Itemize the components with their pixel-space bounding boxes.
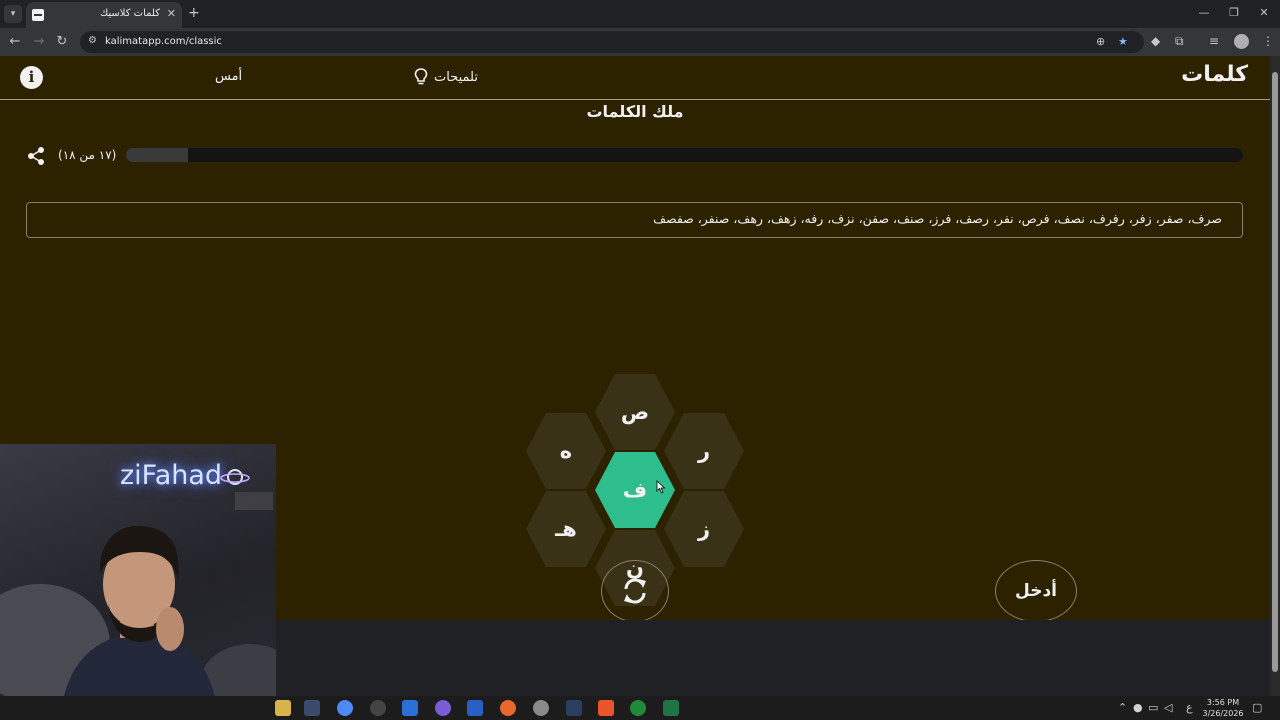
tab-title: كلمات كلاسيك	[99, 8, 160, 19]
active-tab[interactable]: كلمات كلاسيك ✕	[26, 2, 182, 28]
scroll-thumb[interactable]	[1272, 72, 1278, 672]
progress-bar	[126, 148, 1243, 162]
mouse-cursor-icon	[656, 480, 666, 494]
browser-toolbar: ← → ↻ ⚙ kalimatapp.com/classic ⊕ ★ ◆ ⧉ ≡…	[0, 28, 1280, 56]
brave-icon[interactable]	[598, 700, 614, 716]
tab-search-button[interactable]: ▾	[4, 5, 22, 23]
page-scrollbar[interactable]	[1270, 56, 1280, 696]
forward-icon[interactable]: →	[30, 34, 48, 49]
neon-sign: ziFahad	[120, 460, 223, 491]
os-taskbar: ⌃ ● ▭ ◁ ع 3:56 PM 3/26/2026 ▢	[0, 696, 1280, 720]
restore-button[interactable]: ❐	[1224, 6, 1244, 19]
share-icon[interactable]	[26, 146, 46, 166]
extensions-puzzle-icon[interactable]: ⧉	[1175, 34, 1184, 49]
network-icon[interactable]: ▭	[1148, 701, 1158, 714]
address-bar[interactable]: ⚙ kalimatapp.com/classic ⊕ ★	[80, 31, 1144, 53]
language-indicator[interactable]: ع	[1186, 701, 1193, 714]
chrome-icon[interactable]	[337, 700, 353, 716]
tray-overflow-icon[interactable]: ⌃	[1118, 701, 1127, 714]
lightbulb-icon	[414, 68, 428, 85]
site-info-icon[interactable]: ⚙	[88, 35, 97, 46]
header-divider	[0, 99, 1270, 100]
store-icon[interactable]	[402, 700, 418, 716]
browser-menu-icon[interactable]: ⋮	[1262, 34, 1274, 48]
planet-neon-icon	[220, 469, 250, 485]
yesterday-link[interactable]: أمس	[215, 69, 242, 84]
extension-icon[interactable]: ◆	[1151, 34, 1160, 48]
profile-avatar[interactable]	[1234, 34, 1249, 49]
letter-hex-bottom-left[interactable]: هـ	[526, 491, 606, 567]
clock-date: 3/26/2026	[1202, 709, 1244, 718]
webcam-overlay: ziFahad	[0, 444, 276, 720]
reload-icon[interactable]: ↻	[53, 34, 71, 49]
discord-icon[interactable]	[435, 700, 451, 716]
letter-hex-top-right[interactable]: ر	[664, 413, 744, 489]
app-icon-2[interactable]	[533, 700, 549, 716]
hints-button[interactable]: تلميحات	[414, 68, 478, 86]
notifications-icon[interactable]: ▢	[1252, 701, 1262, 714]
letter-hex-top-left[interactable]: ه	[526, 413, 606, 489]
letter-hex-bottom-right[interactable]: ز	[664, 491, 744, 567]
app-icon[interactable]	[304, 700, 320, 716]
progress-fill	[188, 148, 1243, 162]
file-explorer-icon[interactable]	[275, 700, 291, 716]
app-logo[interactable]: كلمات	[1181, 62, 1248, 87]
minimize-button[interactable]: —	[1194, 6, 1214, 19]
window-close-button[interactable]: ✕	[1254, 6, 1274, 19]
hints-label: تلميحات	[434, 69, 478, 85]
back-icon[interactable]: ←	[6, 34, 24, 49]
shuffle-button[interactable]	[601, 560, 669, 622]
refresh-icon	[624, 578, 646, 604]
url-text[interactable]: kalimatapp.com/classic	[105, 36, 222, 47]
word-icon[interactable]	[467, 700, 483, 716]
bookmark-star-icon[interactable]: ★	[1118, 35, 1128, 48]
obs-icon[interactable]	[370, 700, 386, 716]
clock[interactable]: 3:56 PM 3/26/2026	[1200, 697, 1246, 719]
media-controls-icon[interactable]: ≡	[1209, 34, 1219, 48]
clock-time: 3:56 PM	[1206, 698, 1240, 707]
enter-button[interactable]: أدخل	[995, 560, 1077, 622]
tab-strip: ▾ كلمات كلاسيك ✕ + — ❐ ✕	[0, 0, 1280, 28]
volume-icon[interactable]: ◁	[1164, 701, 1172, 714]
zoom-icon[interactable]: ⊕	[1096, 35, 1105, 48]
steam-icon[interactable]	[566, 700, 582, 716]
microphone-icon[interactable]: ●	[1133, 701, 1143, 714]
excel-icon[interactable]	[663, 700, 679, 716]
rank-title: ملك الكلمات	[586, 102, 684, 121]
new-tab-button[interactable]: +	[188, 5, 200, 21]
letter-hex-top[interactable]: ص	[595, 374, 675, 450]
info-icon[interactable]: i	[20, 66, 43, 89]
xbox-icon[interactable]	[630, 700, 646, 716]
found-words-list: صرف، صفر، زفر، رفرف، نصف، فرص، نفر، رصف،…	[653, 211, 1222, 226]
found-words-box[interactable]: صرف، صفر، زفر، رفرف، نصف، فرص، نفر، رصف،…	[26, 202, 1243, 238]
found-count: (١٧ من ١٨)	[58, 148, 117, 162]
tab-close-icon[interactable]: ✕	[167, 7, 176, 20]
site-favicon-icon	[32, 9, 44, 21]
firefox-icon[interactable]	[500, 700, 516, 716]
